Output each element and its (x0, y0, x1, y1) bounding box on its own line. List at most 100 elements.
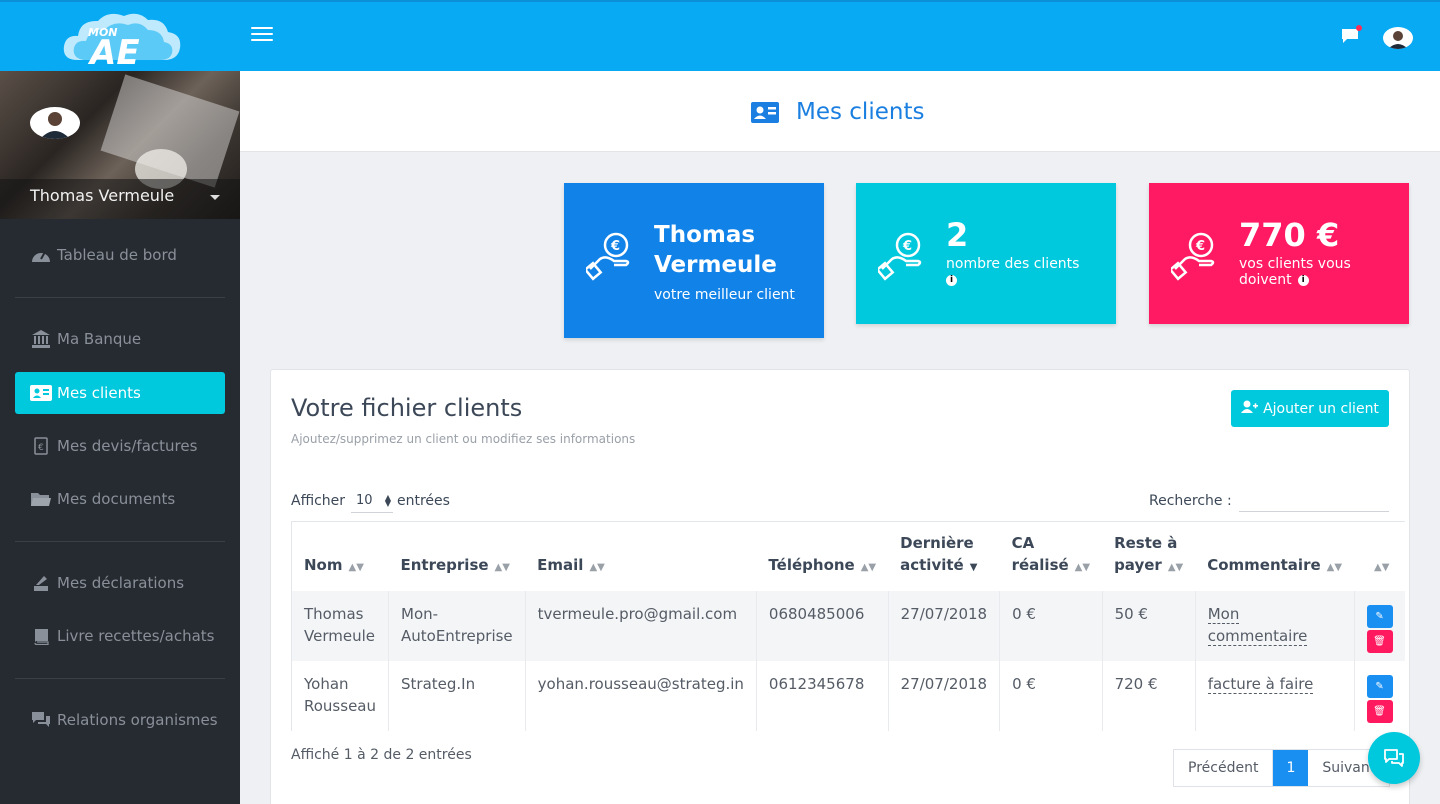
client-count-subtitle: nombre des clients i (946, 256, 1080, 286)
sort-icon: ▲▼ (1167, 561, 1184, 573)
sort-icon: ▲▼ (494, 561, 510, 573)
amount-owed-card: € 770 € vos clients vous doivent i (1149, 183, 1409, 324)
sort-icon: ▲▼ (589, 561, 605, 573)
cell-ca-realise: 0 € (999, 590, 1103, 661)
sidebar-item-label: Mes devis/factures (57, 437, 198, 455)
money-hand-icon: € (586, 232, 630, 281)
column-header-telephone[interactable]: Téléphone ▲▼ (756, 521, 889, 591)
cell-commentaire[interactable]: Mon commentaire (1195, 590, 1355, 661)
show-entries-suffix: entrées (397, 493, 450, 509)
pagination-page-1[interactable]: 1 (1273, 750, 1309, 786)
chat-icon[interactable] (1341, 25, 1362, 44)
chat-support-button[interactable] (1368, 732, 1420, 784)
sidebar-item-label: Relations organismes (57, 711, 218, 729)
svg-text:€: € (902, 239, 912, 254)
sidebar-item-livre-recettes-achats[interactable]: Livre recettes/achats (15, 615, 225, 657)
sidebar-user-name[interactable]: Thomas Vermeule (30, 186, 174, 205)
sort-icon: ▲▼ (1374, 561, 1390, 573)
edit-button[interactable]: ✎ (1366, 604, 1393, 628)
sidebar-avatar[interactable] (30, 107, 80, 139)
add-client-button[interactable]: Ajouter un client (1231, 390, 1389, 427)
column-header-derniere-activite[interactable]: Dernière activité ▼ (888, 521, 1000, 591)
svg-text:€: € (38, 443, 44, 453)
info-icon[interactable]: i (946, 274, 957, 286)
table-header-row: Nom ▲▼ Entreprise ▲▼ Email ▲▼ Téléphone ▲▼ D… (291, 521, 1405, 591)
cell-entreprise: Mon- AutoEntreprise (388, 590, 526, 661)
sidebar-item-label: Mes clients (57, 384, 141, 402)
folder-icon (30, 490, 52, 508)
cell-actions: ✎🗑 (1354, 590, 1405, 661)
sidebar-item-label: Tableau de bord (57, 246, 177, 264)
amount-owed-value: 770 € (1239, 216, 1340, 254)
column-header-actions[interactable]: ▲▼ (1354, 521, 1405, 591)
delete-button[interactable]: 🗑 (1366, 629, 1393, 653)
bank-icon (30, 330, 52, 348)
menu-toggle-icon[interactable] (251, 27, 273, 45)
cell-nom: Thomas Vermeule (291, 590, 389, 661)
sidebar-item-mes-declarations[interactable]: Mes déclarations (15, 562, 225, 604)
top-user-avatar[interactable] (1383, 27, 1413, 49)
cell-actions: ✎🗑 (1354, 661, 1405, 731)
sidebar-divider (15, 297, 225, 298)
delete-button[interactable]: 🗑 (1366, 699, 1393, 723)
book-icon (30, 627, 52, 645)
svg-text:€: € (610, 239, 620, 254)
best-client-subtitle: votre meilleur client (654, 287, 795, 303)
sidebar-item-tableau-de-bord[interactable]: Tableau de bord (15, 234, 225, 276)
sidebar-item-mes-devis-factures[interactable]: € Mes devis/factures (15, 425, 225, 467)
cell-email: tvermeule.pro@gmail.com (525, 590, 757, 661)
declaration-icon (30, 574, 52, 592)
column-header-entreprise[interactable]: Entreprise ▲▼ (388, 521, 526, 591)
sidebar-profile-header: Thomas Vermeule (0, 71, 240, 219)
clients-table: Nom ▲▼ Entreprise ▲▼ Email ▲▼ Téléphone ▲▼ D… (291, 521, 1405, 731)
cell-nom: Yohan Rousseau (291, 660, 389, 731)
show-entries-label: Afficher (291, 493, 346, 509)
top-navbar: MON AE (0, 0, 1440, 71)
edit-button[interactable]: ✎ (1366, 674, 1393, 698)
editable-comment[interactable]: commentaire (1207, 626, 1308, 646)
editable-comment[interactable]: facture à faire (1207, 674, 1314, 694)
column-header-commentaire[interactable]: Commentaire ▲▼ (1195, 521, 1355, 591)
app-logo[interactable]: MON AE (60, 8, 182, 68)
table-row: Thomas Vermeule Mon- AutoEntreprise tverme… (291, 590, 1405, 661)
table-row: Yohan Rousseau Strateg.In yohan.rousseau@… (291, 660, 1405, 731)
contact-card-icon (751, 102, 779, 123)
invoice-icon: € (30, 437, 52, 455)
sidebar-item-label: Ma Banque (57, 330, 142, 348)
add-client-label: Ajouter un client (1263, 400, 1379, 417)
sidebar-item-ma-banque[interactable]: Ma Banque (15, 318, 225, 360)
sidebar-item-mes-documents[interactable]: Mes documents (15, 478, 225, 520)
pagination-previous[interactable]: Précédent (1174, 750, 1274, 786)
search-input[interactable] (1239, 490, 1389, 512)
sidebar-item-mes-clients[interactable]: Mes clients (15, 372, 225, 414)
pagination: Précédent 1 Suivant (1173, 749, 1391, 787)
sidebar-item-label: Mes déclarations (57, 574, 185, 592)
column-header-email[interactable]: Email ▲▼ (525, 521, 757, 591)
dashboard-icon (30, 246, 52, 264)
entries-per-page-select[interactable]: 10 ▲ ▼ (351, 491, 393, 513)
sidebar: Thomas Vermeule Tableau de bord Ma Banqu… (0, 71, 240, 804)
money-hand-icon: € (878, 232, 922, 281)
contact-card-icon (30, 384, 52, 402)
cell-entreprise: Strateg.In (388, 660, 526, 731)
sidebar-item-relations-organismes[interactable]: Relations organismes (15, 699, 225, 741)
chat-bubbles-icon (1384, 749, 1404, 767)
column-header-reste-a-payer[interactable]: Reste à payer ▲▼ (1102, 521, 1196, 591)
cell-commentaire[interactable]: facture à faire (1195, 660, 1355, 731)
chevron-down-icon[interactable] (210, 195, 220, 200)
client-count-value: 2 (946, 216, 969, 254)
cell-derniere-activite: 27/07/2018 (888, 590, 1001, 661)
best-client-card: € Thomas Vermeule votre meilleur client (564, 183, 824, 338)
clients-panel: Votre fichier clients Ajoutez/supprimez … (270, 369, 1410, 804)
column-header-nom[interactable]: Nom ▲▼ (291, 521, 389, 591)
editable-comment[interactable]: Mon (1207, 604, 1240, 624)
amount-owed-subtitle: vos clients vous doivent i (1239, 256, 1351, 288)
sort-desc-icon: ▼ (969, 561, 978, 573)
panel-title: Votre fichier clients (291, 394, 523, 422)
logo-big-text: AE (87, 33, 140, 68)
column-header-ca-realise[interactable]: CA réalisé ▲▼ (999, 521, 1103, 591)
page-title: Mes clients (796, 99, 925, 125)
info-icon[interactable]: i (1297, 274, 1309, 286)
sidebar-item-label: Livre recettes/achats (57, 627, 215, 645)
svg-text:€: € (1195, 239, 1205, 254)
